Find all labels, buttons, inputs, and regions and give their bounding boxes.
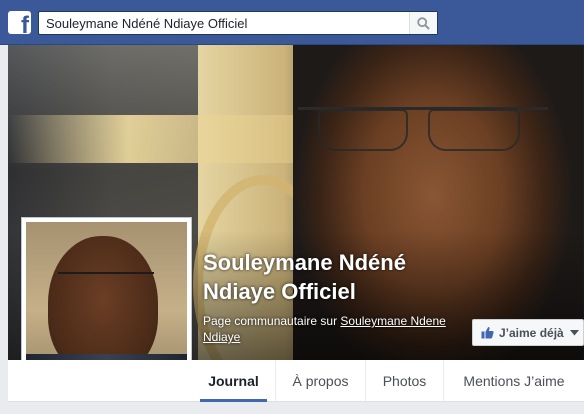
logo-letter: f [21, 12, 29, 35]
tab-mentions-jaime[interactable]: Mentions J’aime [444, 360, 584, 401]
like-button[interactable]: J’aime déjà [472, 319, 584, 346]
tab-a-propos[interactable]: À propos [276, 360, 366, 401]
top-bar: f [0, 0, 584, 45]
page-title[interactable]: Souleymane Ndéné Ndiaye Officiel [203, 248, 463, 306]
like-button-label: J’aime déjà [499, 325, 564, 340]
page-background [0, 402, 584, 414]
tab-journal[interactable]: Journal [192, 360, 276, 402]
search-box [38, 11, 438, 35]
search-input[interactable] [39, 12, 409, 34]
tab-bar: Journal À propos Photos Mentions J’aime [192, 360, 584, 402]
left-margin [0, 45, 8, 402]
tab-bar-left-area [8, 360, 192, 402]
category-prefix: Page communautaire sur [203, 314, 341, 328]
page-category: Page communautaire sur Souleymane Ndene … [203, 313, 463, 345]
tab-photos[interactable]: Photos [366, 360, 444, 401]
thumbs-up-icon [481, 326, 494, 339]
caret-down-icon [569, 329, 579, 336]
facebook-logo-icon[interactable]: f [8, 11, 31, 34]
search-button[interactable] [409, 12, 437, 34]
search-icon [417, 16, 430, 30]
